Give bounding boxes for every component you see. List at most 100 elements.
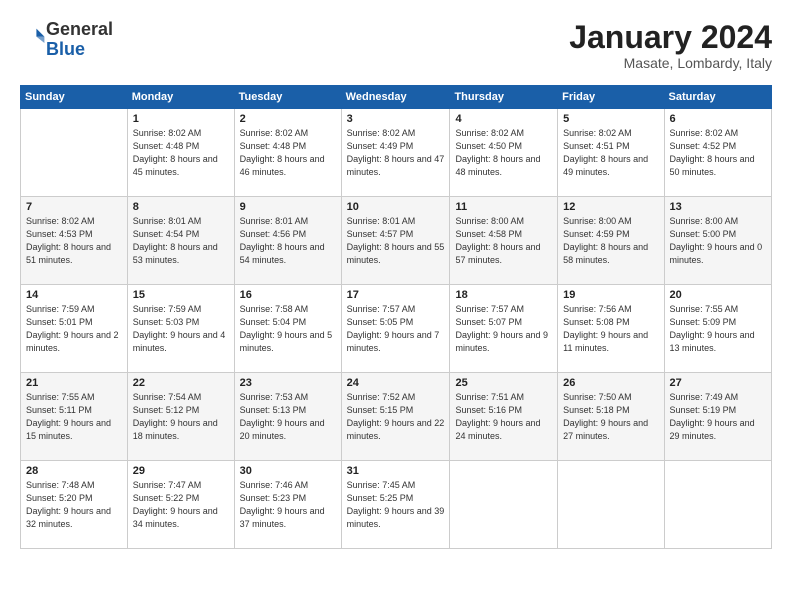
- calendar-page: General Blue January 2024 Masate, Lombar…: [0, 0, 792, 612]
- calendar-cell: 27 Sunrise: 7:49 AMSunset: 5:19 PMDayligh…: [664, 373, 771, 461]
- calendar-cell: 6 Sunrise: 8:02 AMSunset: 4:52 PMDaylight…: [664, 109, 771, 197]
- calendar-cell: 28 Sunrise: 7:48 AMSunset: 5:20 PMDayligh…: [21, 461, 128, 549]
- calendar-cell: 31 Sunrise: 7:45 AMSunset: 5:25 PMDayligh…: [341, 461, 450, 549]
- calendar-cell: 21 Sunrise: 7:55 AMSunset: 5:11 PMDayligh…: [21, 373, 128, 461]
- day-info: Sunrise: 8:02 AMSunset: 4:50 PMDaylight:…: [455, 127, 552, 179]
- calendar-cell: 15 Sunrise: 7:59 AMSunset: 5:03 PMDayligh…: [127, 285, 234, 373]
- logo: General Blue: [20, 20, 113, 60]
- day-number: 29: [133, 465, 229, 477]
- day-info: Sunrise: 8:02 AMSunset: 4:53 PMDaylight:…: [26, 215, 122, 267]
- weekday-header: Saturday: [664, 86, 771, 109]
- calendar-cell: 22Sunrise: 7:54 AMSunset: 5:12 PMDayligh…: [127, 373, 234, 461]
- calendar-cell: 2 Sunrise: 8:02 AMSunset: 4:48 PMDaylight…: [234, 109, 341, 197]
- calendar-cell: 14 Sunrise: 7:59 AMSunset: 5:01 PMDayligh…: [21, 285, 128, 373]
- day-number: 9: [240, 201, 336, 213]
- logo-general: General: [46, 19, 113, 39]
- day-number: 31: [347, 465, 445, 477]
- weekday-header: Wednesday: [341, 86, 450, 109]
- day-info: Sunrise: 7:50 AMSunset: 5:18 PMDaylight:…: [563, 391, 658, 443]
- calendar-cell: 29 Sunrise: 7:47 AMSunset: 5:22 PMDayligh…: [127, 461, 234, 549]
- calendar-week-row: 28 Sunrise: 7:48 AMSunset: 5:20 PMDayligh…: [21, 461, 772, 549]
- day-info: Sunrise: 7:59 AMSunset: 5:03 PMDaylight:…: [133, 303, 229, 355]
- day-info: Sunrise: 7:45 AMSunset: 5:25 PMDaylight:…: [347, 479, 445, 531]
- day-info: Sunrise: 8:02 AMSunset: 4:51 PMDaylight:…: [563, 127, 658, 179]
- day-number: 30: [240, 465, 336, 477]
- day-info: Sunrise: 7:49 AMSunset: 5:19 PMDaylight:…: [670, 391, 766, 443]
- day-number: 8: [133, 201, 229, 213]
- day-number: 6: [670, 113, 766, 125]
- day-number: 26: [563, 377, 658, 389]
- day-info: Sunrise: 7:55 AMSunset: 5:11 PMDaylight:…: [26, 391, 122, 443]
- page-header: General Blue January 2024 Masate, Lombar…: [20, 20, 772, 71]
- day-number: 25: [455, 377, 552, 389]
- logo-blue: Blue: [46, 39, 85, 59]
- day-info: Sunrise: 8:01 AMSunset: 4:57 PMDaylight:…: [347, 215, 445, 267]
- weekday-header: Thursday: [450, 86, 558, 109]
- calendar-cell: 9 Sunrise: 8:01 AMSunset: 4:56 PMDaylight…: [234, 197, 341, 285]
- title-block: January 2024 Masate, Lombardy, Italy: [569, 20, 772, 71]
- day-info: Sunrise: 7:51 AMSunset: 5:16 PMDaylight:…: [455, 391, 552, 443]
- day-number: 2: [240, 113, 336, 125]
- day-info: Sunrise: 8:02 AMSunset: 4:49 PMDaylight:…: [347, 127, 445, 179]
- day-number: 28: [26, 465, 122, 477]
- day-number: 3: [347, 113, 445, 125]
- day-number: 4: [455, 113, 552, 125]
- day-number: 5: [563, 113, 658, 125]
- month-title: January 2024: [569, 20, 772, 55]
- calendar-cell: 3 Sunrise: 8:02 AMSunset: 4:49 PMDaylight…: [341, 109, 450, 197]
- day-number: 17: [347, 289, 445, 301]
- day-info: Sunrise: 8:02 AMSunset: 4:52 PMDaylight:…: [670, 127, 766, 179]
- calendar-cell: 17 Sunrise: 7:57 AMSunset: 5:05 PMDayligh…: [341, 285, 450, 373]
- day-info: Sunrise: 7:48 AMSunset: 5:20 PMDaylight:…: [26, 479, 122, 531]
- day-info: Sunrise: 7:46 AMSunset: 5:23 PMDaylight:…: [240, 479, 336, 531]
- day-number: 21: [26, 377, 122, 389]
- calendar-cell: 19 Sunrise: 7:56 AMSunset: 5:08 PMDayligh…: [558, 285, 664, 373]
- day-number: 15: [133, 289, 229, 301]
- day-info: Sunrise: 7:56 AMSunset: 5:08 PMDaylight:…: [563, 303, 658, 355]
- logo-icon: [22, 23, 46, 47]
- calendar-cell: 12 Sunrise: 8:00 AMSunset: 4:59 PMDayligh…: [558, 197, 664, 285]
- calendar-cell: 16 Sunrise: 7:58 AMSunset: 5:04 PMDayligh…: [234, 285, 341, 373]
- logo-text: General Blue: [46, 20, 113, 60]
- calendar-cell: 26 Sunrise: 7:50 AMSunset: 5:18 PMDayligh…: [558, 373, 664, 461]
- day-number: 11: [455, 201, 552, 213]
- day-info: Sunrise: 7:58 AMSunset: 5:04 PMDaylight:…: [240, 303, 336, 355]
- day-number: 14: [26, 289, 122, 301]
- day-info: Sunrise: 8:01 AMSunset: 4:54 PMDaylight:…: [133, 215, 229, 267]
- weekday-header: Tuesday: [234, 86, 341, 109]
- calendar-week-row: 14 Sunrise: 7:59 AMSunset: 5:01 PMDayligh…: [21, 285, 772, 373]
- calendar-cell: 23Sunrise: 7:53 AMSunset: 5:13 PMDayligh…: [234, 373, 341, 461]
- calendar-cell: 18Sunrise: 7:57 AMSunset: 5:07 PMDayligh…: [450, 285, 558, 373]
- day-number: 12: [563, 201, 658, 213]
- day-number: 24: [347, 377, 445, 389]
- calendar-cell: 25 Sunrise: 7:51 AMSunset: 5:16 PMDayligh…: [450, 373, 558, 461]
- day-info: Sunrise: 8:00 AMSunset: 4:59 PMDaylight:…: [563, 215, 658, 267]
- location-subtitle: Masate, Lombardy, Italy: [569, 55, 772, 71]
- day-info: Sunrise: 7:54 AMSunset: 5:12 PMDaylight:…: [133, 391, 229, 443]
- calendar-cell: 30 Sunrise: 7:46 AMSunset: 5:23 PMDayligh…: [234, 461, 341, 549]
- calendar-cell: 7Sunrise: 8:02 AMSunset: 4:53 PMDaylight…: [21, 197, 128, 285]
- calendar-cell: 11Sunrise: 8:00 AMSunset: 4:58 PMDayligh…: [450, 197, 558, 285]
- calendar-cell: [450, 461, 558, 549]
- day-number: 23: [240, 377, 336, 389]
- day-number: 20: [670, 289, 766, 301]
- calendar-cell: 1 Sunrise: 8:02 AMSunset: 4:48 PMDaylight…: [127, 109, 234, 197]
- day-info: Sunrise: 8:02 AMSunset: 4:48 PMDaylight:…: [133, 127, 229, 179]
- calendar-cell: 8 Sunrise: 8:01 AMSunset: 4:54 PMDaylight…: [127, 197, 234, 285]
- day-info: Sunrise: 7:47 AMSunset: 5:22 PMDaylight:…: [133, 479, 229, 531]
- day-number: 1: [133, 113, 229, 125]
- day-number: 16: [240, 289, 336, 301]
- day-number: 19: [563, 289, 658, 301]
- calendar-cell: 13Sunrise: 8:00 AMSunset: 5:00 PMDayligh…: [664, 197, 771, 285]
- day-info: Sunrise: 7:57 AMSunset: 5:05 PMDaylight:…: [347, 303, 445, 355]
- day-info: Sunrise: 7:57 AMSunset: 5:07 PMDaylight:…: [455, 303, 552, 355]
- weekday-header: Friday: [558, 86, 664, 109]
- day-info: Sunrise: 8:02 AMSunset: 4:48 PMDaylight:…: [240, 127, 336, 179]
- calendar-cell: 5 Sunrise: 8:02 AMSunset: 4:51 PMDaylight…: [558, 109, 664, 197]
- calendar-cell: 10Sunrise: 8:01 AMSunset: 4:57 PMDayligh…: [341, 197, 450, 285]
- weekday-header-row: SundayMondayTuesdayWednesdayThursdayFrid…: [21, 86, 772, 109]
- day-info: Sunrise: 7:59 AMSunset: 5:01 PMDaylight:…: [26, 303, 122, 355]
- day-number: 27: [670, 377, 766, 389]
- day-info: Sunrise: 8:01 AMSunset: 4:56 PMDaylight:…: [240, 215, 336, 267]
- day-number: 13: [670, 201, 766, 213]
